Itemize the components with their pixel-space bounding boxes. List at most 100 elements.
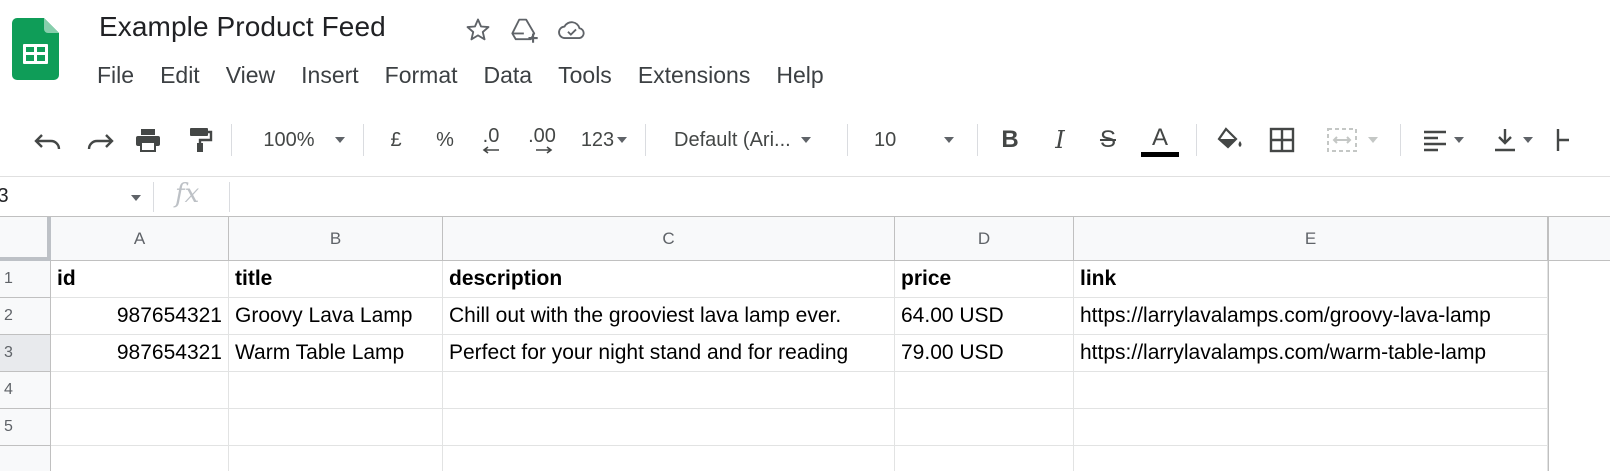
cell-a6[interactable] bbox=[51, 446, 229, 471]
increase-decimal-button[interactable]: .00 bbox=[524, 120, 560, 160]
row-header-6[interactable] bbox=[0, 446, 51, 471]
more-formats-button[interactable]: 123 bbox=[574, 120, 634, 160]
chevron-down-icon bbox=[1368, 137, 1378, 143]
cell-a1[interactable]: id bbox=[51, 261, 229, 298]
cell-d4[interactable] bbox=[895, 372, 1074, 409]
formula-bar: I3 fx bbox=[0, 176, 1610, 216]
cell-b2[interactable]: Groovy Lava Lamp bbox=[229, 298, 443, 335]
menu-view[interactable]: View bbox=[226, 62, 275, 89]
toolbar-separator bbox=[847, 124, 848, 156]
bold-button[interactable]: B bbox=[996, 120, 1024, 160]
cell-d1[interactable]: price bbox=[895, 261, 1074, 298]
row-header-4[interactable]: 4 bbox=[0, 372, 51, 409]
name-box[interactable]: I3 bbox=[0, 185, 9, 208]
cell-e6[interactable] bbox=[1074, 446, 1548, 471]
column-header-b[interactable]: B bbox=[229, 217, 443, 261]
cell-c4[interactable] bbox=[443, 372, 895, 409]
arrow-right-icon bbox=[536, 146, 553, 154]
font-family-select[interactable]: Default (Ari... bbox=[674, 120, 834, 160]
cell-a3[interactable]: 987654321 bbox=[51, 335, 229, 372]
cell-d5[interactable] bbox=[895, 409, 1074, 446]
zoom-value: 100% bbox=[263, 128, 315, 151]
undo-icon[interactable] bbox=[30, 120, 66, 160]
cell-a2[interactable]: 987654321 bbox=[51, 298, 229, 335]
font-size-value: 10 bbox=[874, 128, 897, 151]
paint-format-icon[interactable] bbox=[182, 120, 218, 160]
row-header-1[interactable]: 1 bbox=[0, 261, 51, 298]
toolbar-separator bbox=[1196, 124, 1197, 156]
menu-extensions[interactable]: Extensions bbox=[638, 62, 751, 89]
next-column-edge bbox=[1548, 217, 1610, 471]
document-title[interactable]: Example Product Feed bbox=[99, 11, 386, 43]
print-icon[interactable] bbox=[130, 120, 166, 160]
column-header-a[interactable]: A bbox=[51, 217, 229, 261]
select-all-corner[interactable] bbox=[0, 217, 51, 261]
borders-icon[interactable] bbox=[1264, 120, 1300, 160]
cell-e1[interactable]: link bbox=[1074, 261, 1548, 298]
chevron-down-icon[interactable] bbox=[131, 195, 141, 201]
zoom-select[interactable]: 100% bbox=[258, 120, 350, 160]
chevron-down-icon bbox=[1454, 137, 1464, 143]
horizontal-align-icon[interactable] bbox=[1414, 120, 1472, 160]
menu-format[interactable]: Format bbox=[385, 62, 458, 89]
format-currency-button[interactable]: £ bbox=[384, 120, 408, 160]
cell-a5[interactable] bbox=[51, 409, 229, 446]
cell-b3[interactable]: Warm Table Lamp bbox=[229, 335, 443, 372]
cell-e3[interactable]: https://larrylavalamps.com/warm-table-la… bbox=[1074, 335, 1548, 372]
menu-bar: File Edit View Insert Format Data Tools … bbox=[97, 62, 850, 89]
cell-b4[interactable] bbox=[229, 372, 443, 409]
cell-b5[interactable] bbox=[229, 409, 443, 446]
text-color-button[interactable]: A bbox=[1140, 120, 1180, 160]
cell-c1[interactable]: description bbox=[443, 261, 895, 298]
decrease-decimal-button[interactable]: .0 bbox=[476, 120, 506, 160]
cloud-status-icon[interactable] bbox=[556, 14, 588, 46]
cell-e4[interactable] bbox=[1074, 372, 1548, 409]
fill-color-icon[interactable] bbox=[1212, 120, 1248, 160]
increase-decimal-label: .00 bbox=[528, 125, 556, 147]
toolbar-separator bbox=[645, 124, 646, 156]
cell-b6[interactable] bbox=[229, 446, 443, 471]
cell-d3[interactable]: 79.00 USD bbox=[895, 335, 1074, 372]
app-header: Example Product Feed File Edit View Inse… bbox=[0, 0, 1610, 106]
sheets-logo-icon[interactable] bbox=[12, 18, 59, 80]
star-icon[interactable] bbox=[462, 14, 494, 46]
toolbar-separator bbox=[363, 124, 364, 156]
vertical-align-icon[interactable] bbox=[1484, 120, 1542, 160]
column-header-f[interactable] bbox=[1549, 217, 1610, 261]
menu-help[interactable]: Help bbox=[776, 62, 823, 89]
cell-c3[interactable]: Perfect for your night stand and for rea… bbox=[443, 335, 895, 372]
column-header-c[interactable]: C bbox=[443, 217, 895, 261]
cell-e2[interactable]: https://larrylavalamps.com/groovy-lava-l… bbox=[1074, 298, 1548, 335]
strikethrough-button[interactable]: S bbox=[1094, 120, 1122, 160]
row-header-5[interactable]: 5 bbox=[0, 409, 51, 446]
cell-c6[interactable] bbox=[443, 446, 895, 471]
italic-button[interactable]: I bbox=[1046, 120, 1074, 160]
menu-edit[interactable]: Edit bbox=[160, 62, 200, 89]
toolbar-separator bbox=[1400, 124, 1401, 156]
menu-file[interactable]: File bbox=[97, 62, 134, 89]
text-color-label: A bbox=[1151, 123, 1168, 151]
cell-c5[interactable] bbox=[443, 409, 895, 446]
format-percent-button[interactable]: % bbox=[433, 120, 457, 160]
text-wrap-icon[interactable] bbox=[1552, 120, 1572, 160]
cell-c2[interactable]: Chill out with the grooviest lava lamp e… bbox=[443, 298, 895, 335]
toolbar: 100% £ % .0 .00 123 Default (Ari... 10 B… bbox=[0, 114, 1610, 166]
cell-a4[interactable] bbox=[51, 372, 229, 409]
row-header-3[interactable]: 3 bbox=[0, 335, 51, 372]
row-header-2[interactable]: 2 bbox=[0, 298, 51, 335]
cell-d2[interactable]: 64.00 USD bbox=[895, 298, 1074, 335]
font-size-select[interactable]: 10 bbox=[874, 120, 966, 160]
move-to-drive-icon[interactable] bbox=[509, 14, 541, 46]
cell-e5[interactable] bbox=[1074, 409, 1548, 446]
menu-insert[interactable]: Insert bbox=[301, 62, 359, 89]
formula-input[interactable] bbox=[240, 183, 1540, 211]
formula-bar-separator bbox=[229, 182, 230, 212]
column-header-e[interactable]: E bbox=[1074, 217, 1548, 261]
column-header-d[interactable]: D bbox=[895, 217, 1074, 261]
menu-tools[interactable]: Tools bbox=[558, 62, 612, 89]
cell-b1[interactable]: title bbox=[229, 261, 443, 298]
redo-icon[interactable] bbox=[82, 120, 118, 160]
merge-cells-icon[interactable] bbox=[1316, 120, 1388, 160]
menu-data[interactable]: Data bbox=[484, 62, 533, 89]
cell-d6[interactable] bbox=[895, 446, 1074, 471]
